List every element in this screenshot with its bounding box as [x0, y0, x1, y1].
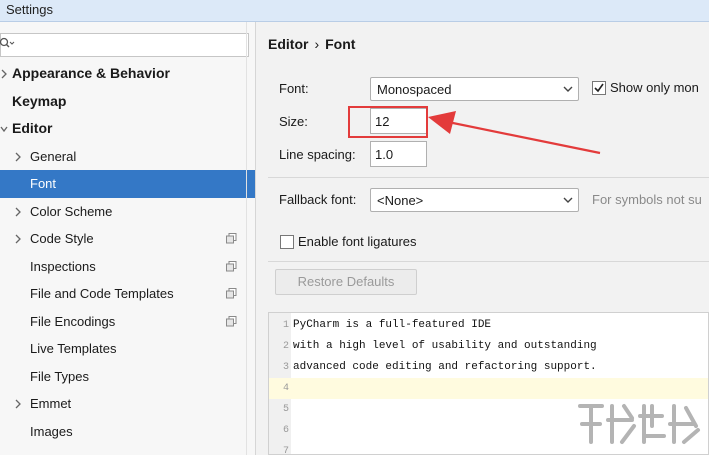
sidebar-item-label: File and Code Templates — [30, 286, 174, 301]
sidebar-item[interactable]: Images — [0, 418, 255, 446]
line-number: 6 — [282, 425, 289, 436]
sidebar-item-label: Font — [30, 176, 57, 191]
sidebar-item-label: General — [30, 148, 77, 164]
project-scope-icon — [226, 260, 237, 271]
sidebar-item-label: Appearance & Behavior — [12, 65, 170, 81]
sidebar-item-label: Editor — [12, 120, 53, 136]
sidebar-item-label: Keymap — [12, 92, 67, 109]
settings-tree: Appearance & Behavior Keymap Editor General… — [0, 60, 255, 446]
preview-line: 1 PyCharm is a full-featured IDE — [269, 315, 708, 336]
font-select-value: Monospaced — [377, 82, 452, 97]
size-label: Size: — [279, 114, 308, 129]
annotation-highlight-box — [348, 106, 428, 138]
line-number: 4 — [282, 383, 289, 394]
preview-line-text: PyCharm is a full-featured IDE — [293, 319, 492, 331]
line-number: 5 — [282, 404, 289, 415]
font-select[interactable]: Monospaced — [370, 77, 579, 101]
fallback-font-label: Fallback font: — [279, 192, 357, 207]
restore-defaults-button[interactable]: Restore Defaults — [275, 269, 417, 295]
breadcrumb-parent[interactable]: Editor — [268, 36, 308, 52]
line-spacing-field-value: 1.0 — [375, 147, 394, 162]
chevron-right-icon[interactable] — [14, 234, 22, 244]
font-settings-panel: Editor › Font Font: Monospaced Show only m… — [257, 22, 709, 455]
search-icon — [0, 37, 15, 48]
fallback-font-hint: For symbols not su — [592, 192, 702, 207]
chevron-right-icon[interactable] — [0, 69, 8, 79]
checkmark-icon — [594, 83, 604, 93]
chevron-right-icon[interactable] — [14, 399, 22, 409]
project-scope-icon — [226, 315, 237, 326]
breadcrumb-separator: › — [314, 36, 320, 52]
enable-ligatures-checkbox[interactable] — [280, 235, 294, 249]
fallback-font-value: <None> — [377, 193, 424, 208]
sidebar-item[interactable]: Live Templates — [0, 335, 255, 363]
settings-search-input[interactable] — [0, 33, 249, 57]
fallback-font-select[interactable]: <None> — [370, 188, 579, 212]
sidebar-item[interactable]: Font — [0, 170, 255, 198]
sidebar-item[interactable]: File Types — [0, 363, 255, 391]
sidebar-item-label: Color Scheme — [30, 203, 113, 219]
sidebar-item-label: Code Style — [30, 231, 94, 246]
sidebar-item-label: Inspections — [30, 258, 96, 274]
splitter[interactable] — [246, 22, 247, 455]
annotation-arrow-icon — [428, 111, 601, 155]
breadcrumb-current: Font — [325, 36, 356, 52]
breadcrumb: Editor › Font — [268, 36, 355, 52]
sidebar-item[interactable]: Emmet — [0, 390, 255, 418]
preview-line-text: with a high level of usability and outst… — [293, 340, 597, 352]
line-number: 1 — [282, 320, 289, 331]
sidebar-item[interactable]: Editor — [0, 115, 255, 143]
chevron-down-icon — [563, 197, 573, 203]
sidebar-item[interactable]: General — [0, 143, 255, 171]
enable-ligatures-label: Enable font ligatures — [298, 234, 417, 249]
chevron-down-icon[interactable] — [0, 124, 8, 134]
chevron-right-icon[interactable] — [14, 207, 22, 217]
sidebar-item[interactable]: Code Style — [0, 225, 255, 253]
sidebar-item-label: File Encodings — [30, 313, 116, 329]
divider — [268, 177, 709, 178]
project-scope-icon — [226, 288, 237, 299]
sidebar-item[interactable]: File Encodings — [0, 308, 255, 336]
line-number: 2 — [282, 341, 289, 352]
watermark-logo — [578, 404, 700, 444]
sidebar-item[interactable]: Inspections — [0, 253, 255, 281]
settings-sidebar: Appearance & Behavior Keymap Editor General… — [0, 22, 256, 455]
sidebar-item[interactable]: File and Code Templates — [0, 280, 255, 308]
window-title: Settings — [6, 2, 53, 17]
divider — [268, 261, 709, 262]
font-label: Font: — [279, 81, 309, 96]
preview-line-text: advanced code editing and refactoring su… — [293, 361, 597, 373]
sidebar-item[interactable]: Color Scheme — [0, 198, 255, 226]
sidebar-item[interactable]: Keymap — [0, 88, 255, 116]
chevron-right-icon[interactable] — [14, 152, 22, 162]
preview-line: 3 advanced code editing and refactoring s… — [269, 357, 708, 378]
project-scope-icon — [226, 233, 237, 244]
chevron-down-icon — [563, 86, 573, 92]
sidebar-item-label: Images — [30, 423, 73, 439]
line-number: 3 — [282, 362, 289, 373]
line-spacing-label: Line spacing: — [279, 147, 356, 162]
show-only-monospaced-label: Show only mon — [610, 80, 699, 95]
sidebar-item-label: Emmet — [30, 396, 72, 411]
sidebar-item-label: File Types — [30, 368, 90, 384]
sidebar-item-label: Live Templates — [30, 341, 117, 356]
line-number: 7 — [282, 446, 289, 455]
window-titlebar: Settings — [0, 0, 709, 22]
line-spacing-field[interactable]: 1.0 — [370, 141, 427, 167]
sidebar-item[interactable]: Appearance & Behavior — [0, 60, 255, 88]
preview-line: 2 with a high level of usability and outs… — [269, 336, 708, 357]
show-only-monospaced-checkbox[interactable] — [592, 81, 606, 95]
